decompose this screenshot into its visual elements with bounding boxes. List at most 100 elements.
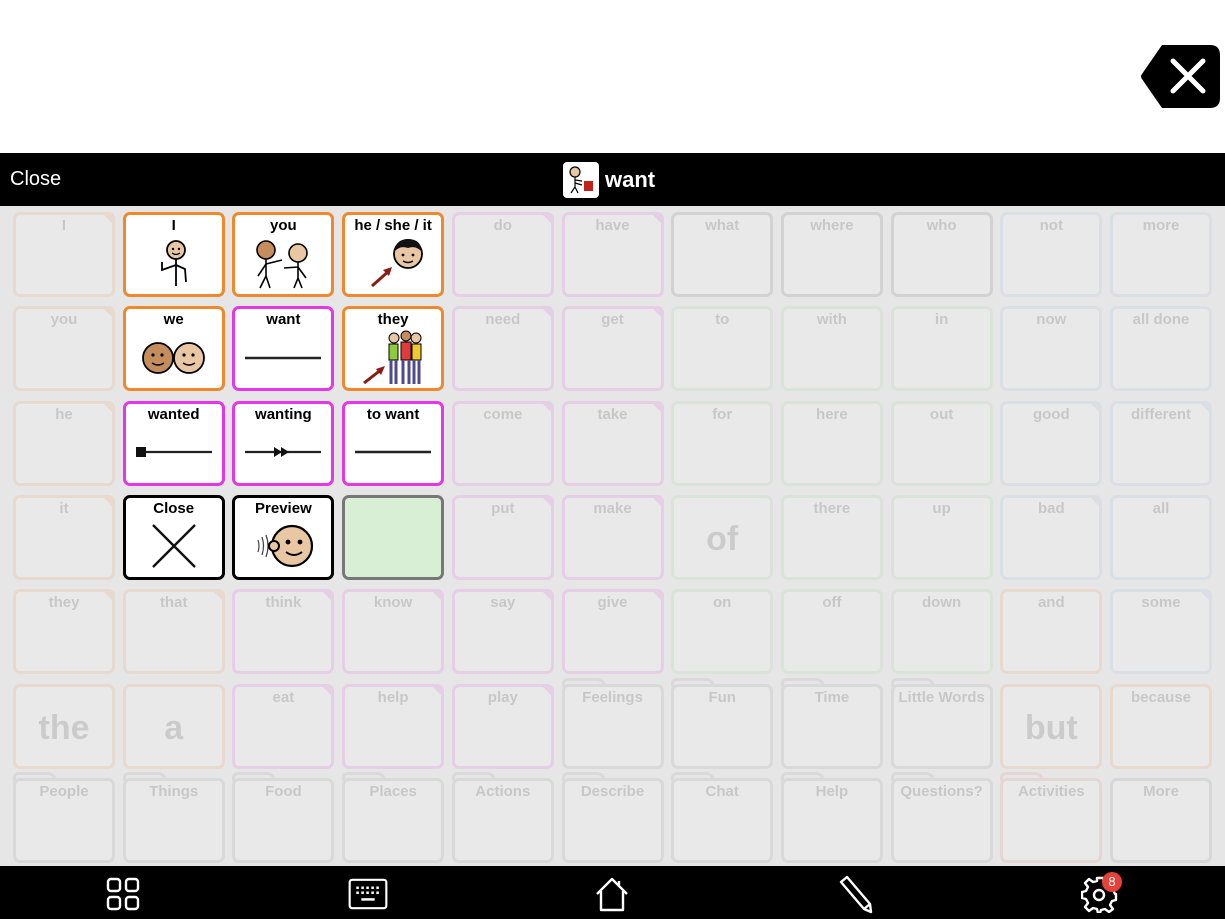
cell-label: Time — [814, 688, 850, 706]
cell-label: Fun — [708, 688, 736, 706]
board-cell: Describe — [561, 771, 664, 863]
cell-label: More — [1143, 782, 1179, 800]
board-cell: think — [232, 589, 335, 675]
cell-label: bad — [1037, 499, 1065, 517]
board-cell: Questions? — [890, 771, 993, 863]
message-area[interactable] — [0, 0, 1225, 153]
board-cell: come — [451, 400, 554, 486]
board-cell: say — [451, 589, 554, 675]
cell-label: Preview — [255, 499, 312, 517]
board-cell: up — [890, 494, 993, 580]
board-cell: Food — [232, 771, 335, 863]
cell-label: they — [48, 594, 80, 612]
board-cell: they — [13, 589, 115, 675]
cell-label: more — [1142, 217, 1180, 234]
cell-label: know — [373, 594, 413, 612]
cell-label: make — [593, 499, 632, 517]
corner-fold — [210, 589, 225, 604]
i-button[interactable]: I — [122, 212, 225, 297]
board-cell: Help — [780, 771, 883, 863]
cell-label: here — [816, 405, 848, 423]
board-cell: do — [451, 212, 554, 297]
cell-label: you — [50, 311, 78, 329]
board-cell: who — [890, 212, 993, 297]
cell-label: you — [270, 217, 297, 234]
cell-label: say — [490, 594, 516, 612]
wanted-button[interactable]: wanted — [122, 400, 225, 486]
cell-label: who — [926, 217, 957, 234]
cell-big-word: a — [164, 708, 184, 747]
past-tense-line-icon — [126, 426, 222, 479]
cell-label: have — [595, 217, 630, 234]
board-cell: good — [1000, 400, 1103, 486]
cell-label: good — [1032, 405, 1070, 423]
cell-label: think — [265, 594, 302, 612]
you-button[interactable]: you — [232, 212, 335, 297]
board-cell: Activities — [1000, 771, 1103, 863]
board-cell: help — [342, 683, 445, 769]
board-cell: all done — [1110, 306, 1212, 392]
grid-view-icon — [106, 877, 140, 911]
close-link[interactable]: Close — [10, 168, 61, 191]
cell-label: on — [713, 594, 732, 612]
corner-fold — [1088, 400, 1103, 415]
to-want-button[interactable]: to want — [342, 400, 445, 486]
folder-tab — [561, 677, 606, 687]
board-cell: different — [1110, 400, 1212, 486]
they-button[interactable]: they — [342, 306, 445, 392]
cell-label: we — [163, 311, 184, 329]
empty-button[interactable] — [342, 494, 445, 580]
cell-label: he / she / it — [354, 217, 432, 234]
board-cell: I — [13, 212, 115, 297]
preview-button[interactable]: Preview — [232, 494, 335, 580]
board-cell: the — [13, 683, 115, 769]
board-cell: bad — [1000, 494, 1103, 580]
grid-view-button[interactable] — [103, 874, 143, 914]
board-cell: all — [1110, 494, 1212, 580]
cell-label: come — [483, 405, 523, 423]
folder-tab — [780, 771, 825, 781]
board-cell: some — [1110, 589, 1212, 675]
corner-fold — [101, 400, 115, 415]
settings-button[interactable]: 8 — [1080, 872, 1122, 914]
cell-label: off — [822, 594, 842, 612]
board-cell: take — [561, 400, 664, 486]
home-button[interactable] — [592, 874, 632, 914]
keyboard-button[interactable] — [348, 874, 388, 914]
board-cell: out — [890, 400, 993, 486]
board-cell: not — [1000, 212, 1103, 297]
board-cell: he — [13, 400, 115, 486]
bottom-toolbar: 8 — [0, 866, 1225, 919]
cell-big-word: the — [38, 708, 90, 747]
backspace-button[interactable] — [1140, 43, 1222, 110]
board-cell: People — [13, 771, 115, 863]
cell-label: do — [493, 217, 512, 234]
board-cell: make — [561, 494, 664, 580]
board-cell: Things — [122, 771, 225, 863]
board-cell: Places — [342, 771, 445, 863]
boy-face-arrow-icon — [345, 237, 441, 290]
group-people-arrow-icon — [345, 330, 441, 384]
board-cell: play — [451, 683, 554, 769]
want-button[interactable]: want — [232, 306, 335, 392]
cell-label: Chat — [705, 782, 739, 800]
corner-fold — [539, 306, 554, 321]
person-pointing-self-icon — [126, 237, 222, 290]
close-button[interactable]: Close — [122, 494, 225, 580]
cell-label: eat — [272, 688, 295, 706]
popup-title-bar: Close want — [0, 153, 1225, 206]
cell-label: because — [1130, 688, 1192, 706]
board-cell: Time — [780, 677, 883, 769]
line-icon — [345, 426, 441, 479]
cell-label: wanted — [147, 405, 200, 423]
board-cell: more — [1110, 212, 1212, 297]
board-cell: and — [1000, 589, 1103, 675]
we-button[interactable]: we — [122, 306, 225, 392]
folder-tab — [122, 771, 167, 781]
cell-label: Help — [815, 782, 849, 800]
cell-label: to want — [366, 405, 420, 423]
he-she-it-button[interactable]: he / she / it — [342, 212, 445, 297]
cell-big-word: of — [706, 519, 739, 558]
wanting-button[interactable]: wanting — [232, 400, 335, 486]
edit-button[interactable] — [836, 874, 876, 914]
